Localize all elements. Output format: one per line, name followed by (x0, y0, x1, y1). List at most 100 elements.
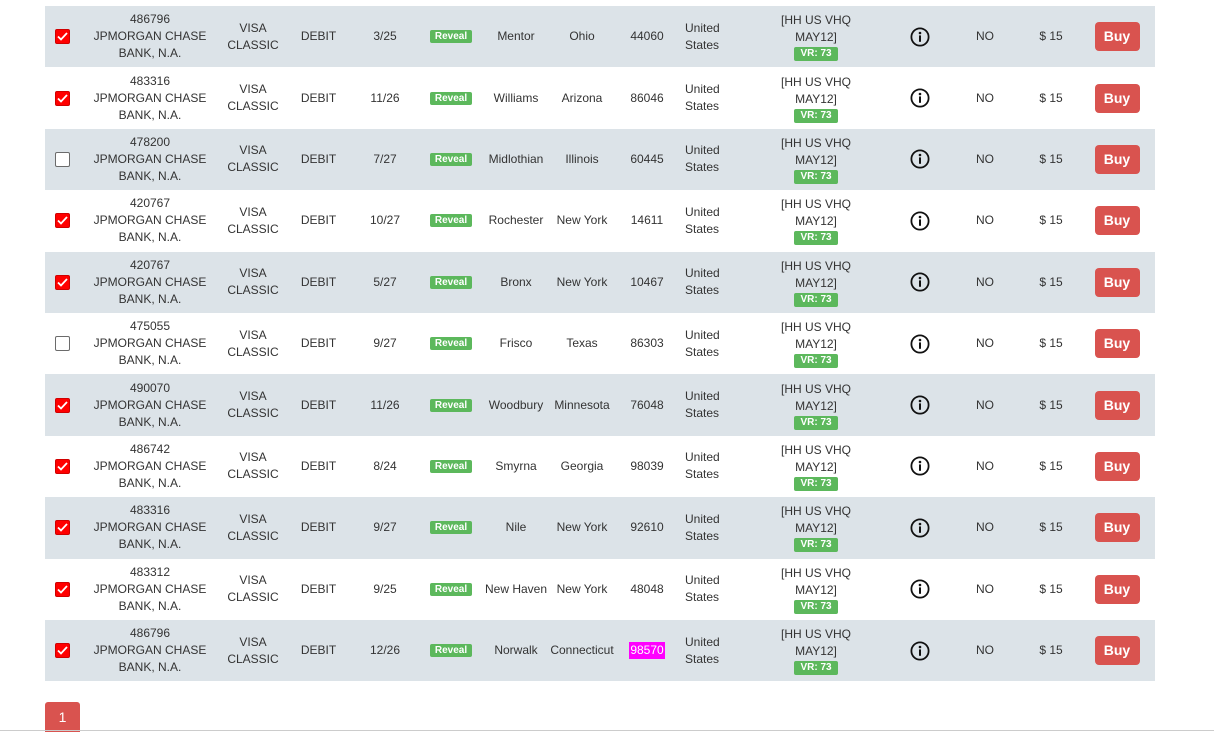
country-cell: United States (685, 313, 743, 374)
brand-cell: VISA CLASSIC (215, 129, 291, 190)
country-line1: United (685, 204, 720, 219)
row-select-checkbox[interactable] (54, 643, 70, 659)
info-cell (905, 620, 935, 681)
info-cell (905, 313, 935, 374)
row-select-checkbox[interactable] (54, 90, 70, 106)
card-brand: VISA (239, 573, 267, 588)
info-circle-icon[interactable] (910, 334, 930, 354)
card-level: CLASSIC (227, 406, 279, 421)
table-row: 486796 JPMORGAN CHASE BANK, N.A. VISA CLASSI… (45, 619, 1155, 682)
row-select-checkbox[interactable] (54, 213, 70, 229)
buy-button[interactable]: Buy (1094, 390, 1140, 420)
info-circle-icon[interactable] (910, 518, 930, 538)
buy-button[interactable]: Buy (1094, 513, 1140, 543)
buy-button[interactable]: Buy (1094, 329, 1140, 359)
valid-rate-badge: VR: 73 (794, 661, 838, 676)
bin-bank-cell: 483316 JPMORGAN CHASE BANK, N.A. (85, 497, 215, 558)
base-cell: [HH US VHQ MAY12] VR: 73 (765, 252, 867, 313)
buy-button[interactable]: Buy (1094, 636, 1140, 666)
buy-button[interactable]: Buy (1094, 206, 1140, 236)
row-select-checkbox[interactable] (54, 274, 70, 290)
reveal-button[interactable]: Reveal (429, 214, 473, 228)
reveal-button[interactable]: Reveal (429, 398, 473, 412)
info-cell (905, 190, 935, 251)
bin-number: 486742 (129, 441, 171, 456)
row-select-checkbox[interactable] (54, 29, 70, 45)
country-line2: States (685, 467, 720, 482)
state: Minnesota (554, 397, 610, 412)
buy-button[interactable]: Buy (1094, 574, 1140, 604)
reveal-button[interactable]: Reveal (429, 337, 473, 351)
row-select-cell (45, 559, 79, 620)
reveal-button[interactable]: Reveal (429, 91, 473, 105)
city: New Haven (484, 581, 548, 596)
info-circle-icon[interactable] (910, 456, 930, 476)
buy-button[interactable]: Buy (1094, 144, 1140, 174)
reveal-button[interactable]: Reveal (429, 275, 473, 289)
bin-bank-cell: 478200 JPMORGAN CHASE BANK, N.A. (85, 129, 215, 190)
refundable: NO (976, 151, 994, 166)
row-select-checkbox[interactable] (54, 581, 70, 597)
row-select-cell (45, 190, 79, 251)
card-type: DEBIT (300, 213, 337, 228)
expiry-date: 9/27 (373, 520, 397, 535)
reveal-button[interactable]: Reveal (429, 521, 473, 535)
info-circle-icon[interactable] (910, 641, 930, 661)
base-name: [HH US VHQ (780, 320, 851, 335)
info-circle-icon[interactable] (910, 211, 930, 231)
country-cell: United States (685, 374, 743, 435)
buy-button[interactable]: Buy (1094, 22, 1140, 52)
base-name: [HH US VHQ (780, 381, 851, 396)
info-cell (905, 67, 935, 128)
info-circle-icon[interactable] (910, 88, 930, 108)
table-row: 483312 JPMORGAN CHASE BANK, N.A. VISA CLASSI… (45, 558, 1155, 620)
city: Nile (505, 520, 527, 535)
row-select-checkbox[interactable] (54, 520, 70, 536)
row-select-cell (45, 129, 79, 190)
country-line2: States (685, 344, 720, 359)
refundable: NO (976, 213, 994, 228)
row-select-checkbox[interactable] (54, 458, 70, 474)
reveal-cell: Reveal (421, 559, 481, 620)
valid-rate-badge: VR: 73 (794, 108, 838, 123)
info-circle-icon[interactable] (910, 27, 930, 47)
card-brand: VISA (239, 20, 267, 35)
reveal-button[interactable]: Reveal (429, 459, 473, 473)
country-line2: States (685, 37, 720, 52)
card-type: DEBIT (300, 336, 337, 351)
bin-number: 490070 (129, 380, 171, 395)
reveal-button[interactable]: Reveal (429, 644, 473, 658)
pagination-page-button[interactable]: 1 (45, 702, 80, 732)
buy-cell: Buy (1089, 436, 1145, 497)
card-type: DEBIT (300, 29, 337, 44)
bin-bank-cell: 483316 JPMORGAN CHASE BANK, N.A. (85, 67, 215, 128)
valid-rate-badge: VR: 73 (794, 354, 838, 369)
reveal-button[interactable]: Reveal (429, 152, 473, 166)
bank-name-line2: BANK, N.A. (118, 537, 182, 552)
card-brand: VISA (239, 82, 267, 97)
country-line1: United (685, 389, 720, 404)
country-line1: United (685, 82, 720, 97)
country-line1: United (685, 327, 720, 342)
reveal-cell: Reveal (421, 313, 481, 374)
buy-cell: Buy (1089, 374, 1145, 435)
country-cell: United States (685, 6, 743, 67)
price: $ 15 (1039, 336, 1063, 351)
row-select-checkbox[interactable] (54, 151, 70, 167)
info-circle-icon[interactable] (910, 579, 930, 599)
info-circle-icon[interactable] (910, 272, 930, 292)
buy-button[interactable]: Buy (1094, 451, 1140, 481)
buy-button[interactable]: Buy (1094, 267, 1140, 297)
buy-button[interactable]: Buy (1094, 83, 1140, 113)
country-line2: States (685, 160, 720, 175)
row-select-checkbox[interactable] (54, 397, 70, 413)
reveal-button[interactable]: Reveal (429, 30, 473, 44)
zip-cell: 48048 (617, 559, 677, 620)
bank-name: JPMORGAN CHASE (93, 336, 207, 351)
info-circle-icon[interactable] (910, 149, 930, 169)
info-circle-icon[interactable] (910, 395, 930, 415)
reveal-button[interactable]: Reveal (429, 582, 473, 596)
base-name: [HH US VHQ (780, 442, 851, 457)
price: $ 15 (1039, 643, 1063, 658)
row-select-checkbox[interactable] (54, 336, 70, 352)
